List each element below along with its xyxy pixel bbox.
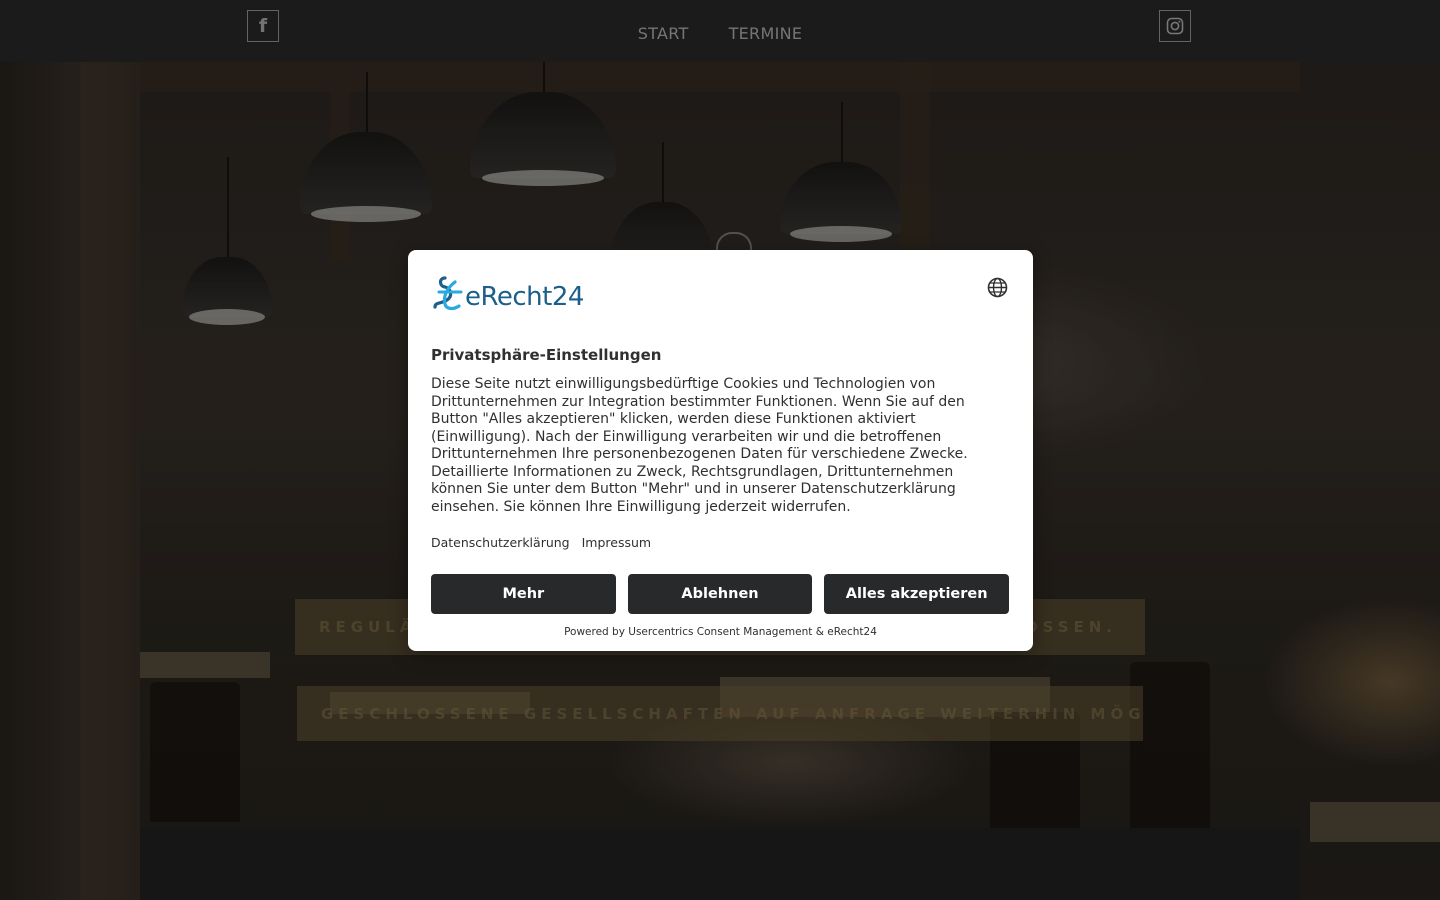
- erecht24-logo-mark: [431, 274, 467, 314]
- dialog-title: Privatsphäre-Einstellungen: [431, 346, 662, 364]
- dialog-description: Diese Seite nutzt einwilligungsbedürftig…: [431, 376, 968, 515]
- language-selector-button[interactable]: [986, 276, 1008, 298]
- globe-icon: [987, 277, 1007, 297]
- dialog-button-row: Mehr Ablehnen Alles akzeptieren: [431, 574, 1010, 614]
- accept-all-button[interactable]: Alles akzeptieren: [824, 574, 1010, 614]
- erecht24-logo: eRecht24: [431, 274, 584, 314]
- powered-by-note: Powered by Usercentrics Consent Manageme…: [564, 626, 877, 638]
- decline-button[interactable]: Ablehnen: [627, 574, 813, 614]
- more-button[interactable]: Mehr: [431, 574, 616, 614]
- imprint-link[interactable]: Impressum: [582, 535, 651, 550]
- privacy-consent-dialog: eRecht24 Privatsphäre-Einstellungen Dies…: [408, 250, 1033, 651]
- dialog-links: Datenschutzerklärung Impressum: [431, 535, 651, 550]
- erecht24-logo-text: eRecht24: [465, 282, 584, 312]
- privacy-policy-link[interactable]: Datenschutzerklärung: [431, 535, 570, 550]
